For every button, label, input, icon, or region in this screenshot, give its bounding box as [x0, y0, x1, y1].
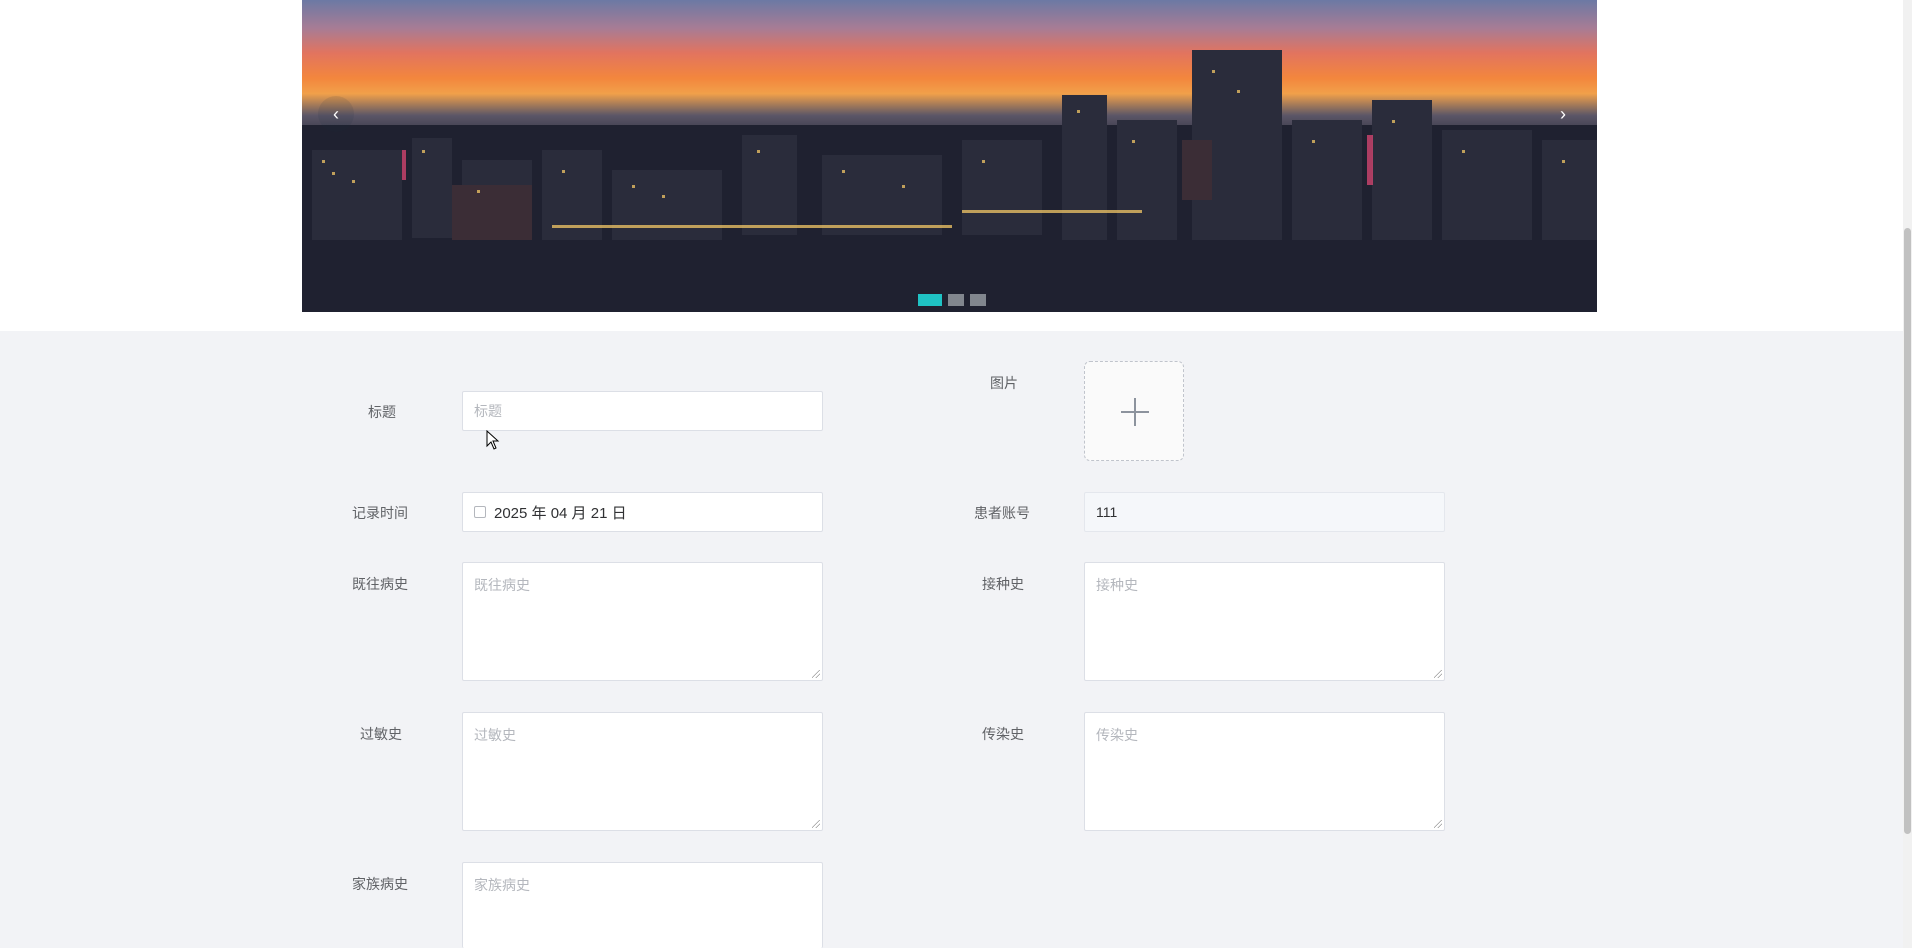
- scrollbar-thumb[interactable]: [1904, 228, 1911, 834]
- city-skyline-image: [302, 50, 1597, 312]
- past-history-textarea[interactable]: 既往病史: [462, 562, 823, 681]
- record-time-value: 2025 年 04 月 21 日: [494, 504, 627, 522]
- carousel-prev-arrow[interactable]: ‹: [318, 96, 354, 132]
- patient-account-value: 111: [1096, 504, 1118, 520]
- title-input[interactable]: 标题: [462, 391, 823, 431]
- resize-handle-icon[interactable]: [1434, 820, 1442, 828]
- carousel: ‹ ›: [302, 0, 1597, 312]
- calendar-icon: [474, 506, 486, 518]
- vaccination-history-textarea[interactable]: 接种史: [1084, 562, 1445, 681]
- image-upload-button[interactable]: [1084, 361, 1184, 461]
- carousel-indicator-2[interactable]: [948, 294, 964, 306]
- past-history-placeholder: 既往病史: [474, 577, 530, 593]
- resize-handle-icon[interactable]: [812, 670, 820, 678]
- record-time-label: 记录时间: [352, 505, 408, 521]
- banner-section: ‹ ›: [0, 0, 1912, 331]
- patient-account-label: 患者账号: [974, 505, 1030, 521]
- record-time-datepicker[interactable]: 2025 年 04 月 21 日: [462, 492, 823, 532]
- title-label: 标题: [368, 404, 396, 420]
- family-history-placeholder: 家族病史: [474, 877, 530, 893]
- mouse-cursor-icon: [486, 430, 500, 450]
- carousel-indicator-3[interactable]: [970, 294, 986, 306]
- vaccination-history-placeholder: 接种史: [1096, 577, 1138, 593]
- patient-account-input: 111: [1084, 492, 1445, 532]
- infection-history-textarea[interactable]: 传染史: [1084, 712, 1445, 831]
- resize-handle-icon[interactable]: [1434, 670, 1442, 678]
- allergy-history-label: 过敏史: [360, 726, 402, 742]
- allergy-history-placeholder: 过敏史: [474, 727, 516, 743]
- carousel-indicators: [918, 294, 986, 306]
- allergy-history-textarea[interactable]: 过敏史: [462, 712, 823, 831]
- image-label: 图片: [990, 375, 1018, 391]
- scrollbar[interactable]: [1903, 0, 1912, 948]
- family-history-textarea[interactable]: 家族病史: [462, 862, 823, 948]
- title-placeholder: 标题: [474, 403, 502, 419]
- infection-history-label: 传染史: [982, 726, 1024, 742]
- family-history-label: 家族病史: [352, 876, 408, 892]
- resize-handle-icon[interactable]: [812, 820, 820, 828]
- infection-history-placeholder: 传染史: [1096, 727, 1138, 743]
- past-history-label: 既往病史: [352, 576, 408, 592]
- carousel-indicator-1[interactable]: [918, 294, 942, 306]
- vaccination-history-label: 接种史: [982, 576, 1024, 592]
- carousel-next-arrow[interactable]: ›: [1545, 96, 1581, 132]
